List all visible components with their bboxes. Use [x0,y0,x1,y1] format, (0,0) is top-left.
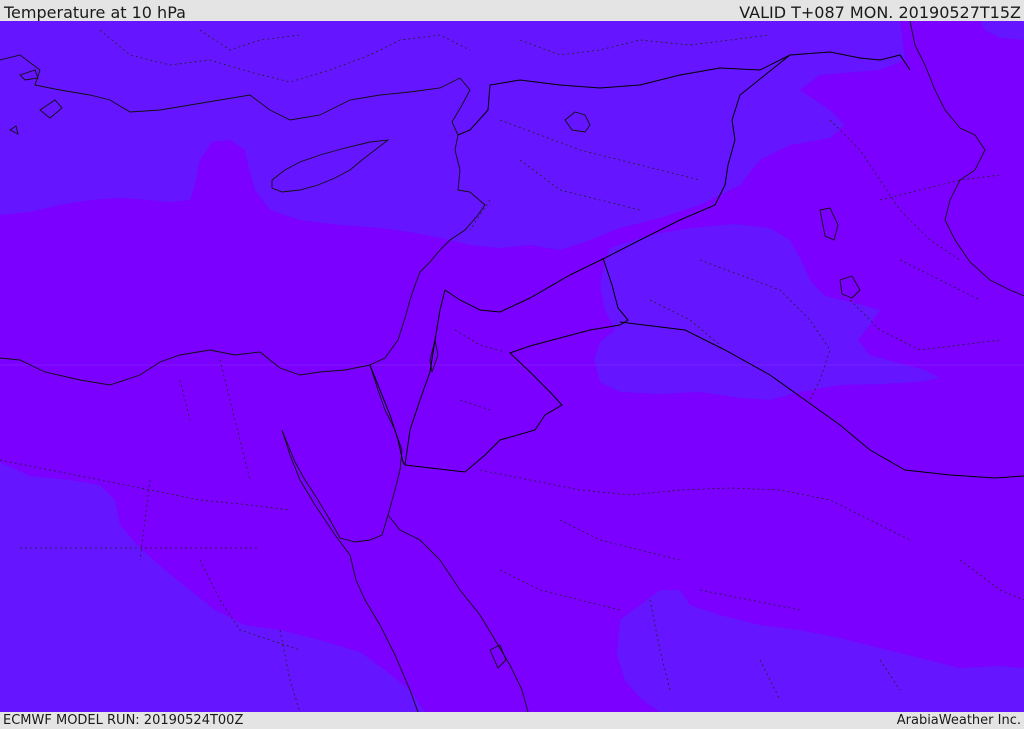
credit-label: ArabiaWeather Inc. [896,713,1021,728]
model-run-label: ECMWF MODEL RUN: 20190524T00Z [3,713,244,728]
footer-bar: ECMWF MODEL RUN: 20190524T00Z ArabiaWeat… [0,712,1024,729]
map-title: Temperature at 10 hPa [4,3,186,22]
valid-time: VALID T+087 MON. 20190527T15Z [739,3,1021,22]
weather-map[interactable] [0,21,1024,712]
header-bar: Temperature at 10 hPa VALID T+087 MON. 2… [0,0,1024,22]
